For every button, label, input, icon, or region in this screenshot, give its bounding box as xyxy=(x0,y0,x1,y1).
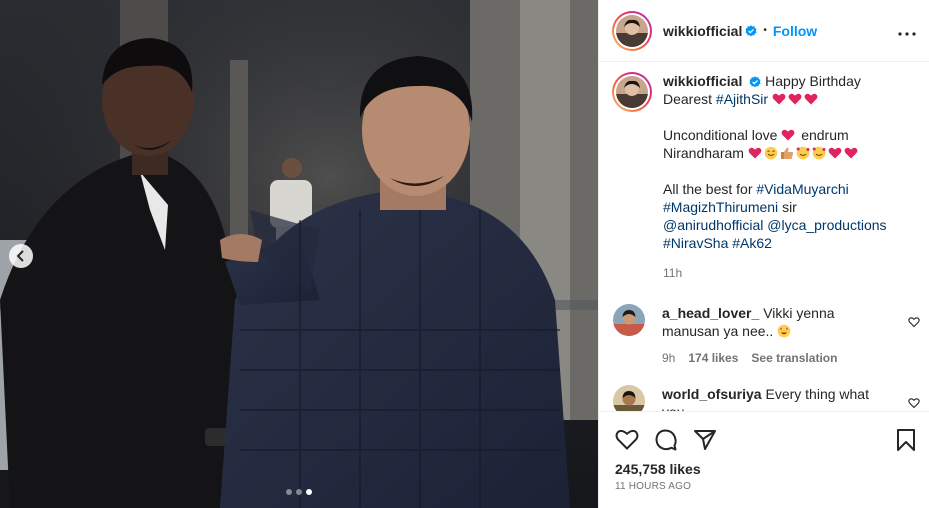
commenter-username[interactable]: world_ofsuriya xyxy=(662,386,762,402)
paper-plane-icon xyxy=(694,430,716,450)
hashtag-link[interactable]: #Ak62 xyxy=(732,235,772,251)
caption-author-avatar[interactable] xyxy=(612,72,652,112)
red-heart-emoji-icon xyxy=(781,129,795,141)
carousel-indicator xyxy=(286,489,312,495)
header-separator: • xyxy=(763,25,767,36)
red-heart-emoji-icon xyxy=(844,147,858,159)
caption-line3-text: All the best for xyxy=(663,181,753,197)
more-options-button[interactable] xyxy=(898,23,916,39)
red-heart-emoji-icon xyxy=(788,93,802,105)
bookmark-icon xyxy=(897,429,915,451)
post-side-panel: wikkiofficial • Follow wikkiofficial Hap… xyxy=(598,0,929,508)
caption-line2-a: Unconditional love xyxy=(663,127,778,143)
heart-outline-icon xyxy=(908,317,920,328)
like-button[interactable] xyxy=(615,428,639,455)
chevron-left-icon xyxy=(16,250,24,262)
post-caption: wikkiofficial Happy Birthday Dearest #Aj… xyxy=(612,72,922,282)
like-comment-button[interactable] xyxy=(908,396,920,411)
heart-outline-icon xyxy=(615,429,639,450)
hashtag-link[interactable]: #VidaMuyarchi xyxy=(756,181,848,197)
caption-word: sir xyxy=(782,199,797,215)
mention-link[interactable]: @lyca_productions xyxy=(767,217,886,233)
comments-section[interactable]: wikkiofficial Happy Birthday Dearest #Aj… xyxy=(599,63,929,411)
likes-count[interactable]: 245,758 likes xyxy=(615,461,701,477)
red-heart-emoji-icon xyxy=(804,93,818,105)
smiling-face-emoji-icon xyxy=(764,146,778,160)
smiling-hearts-emoji-icon xyxy=(796,146,810,160)
author-username[interactable]: wikkiofficial xyxy=(663,23,742,39)
post-photo xyxy=(0,0,598,508)
heart-outline-icon xyxy=(908,398,920,409)
verified-badge-icon xyxy=(749,76,761,88)
commenter-avatar[interactable] xyxy=(613,304,645,336)
caption-line2-b: endrum xyxy=(801,127,849,143)
verified-badge-icon xyxy=(745,24,757,36)
red-heart-emoji-icon xyxy=(748,147,762,159)
red-heart-emoji-icon xyxy=(772,93,786,105)
author-avatar-image xyxy=(616,14,648,47)
carousel-prev-button[interactable] xyxy=(9,244,33,268)
post-timestamp[interactable]: 11 HOURS AGO xyxy=(615,481,691,492)
follow-button[interactable]: Follow xyxy=(773,23,817,39)
comment-likes[interactable]: 174 likes xyxy=(688,349,738,367)
comment-bubble-icon xyxy=(655,429,677,451)
smiling-hearts-emoji-icon xyxy=(812,146,826,160)
post-actions xyxy=(615,428,717,455)
more-horizontal-icon xyxy=(898,32,916,36)
carousel-dot xyxy=(286,489,292,495)
star-struck-emoji-icon xyxy=(777,324,791,338)
caption-username[interactable]: wikkiofficial xyxy=(663,73,742,89)
post-header: wikkiofficial • Follow xyxy=(599,0,929,62)
post-media[interactable] xyxy=(0,0,598,508)
carousel-dot-active xyxy=(306,489,312,495)
commenter-username[interactable]: a_head_lover_ xyxy=(662,305,759,321)
see-translation-link[interactable]: See translation xyxy=(751,349,837,367)
mention-link[interactable]: @anirudhofficial xyxy=(663,217,763,233)
hashtag-link[interactable]: #MagizhThirumeni xyxy=(663,199,778,215)
caption-timestamp[interactable]: 11h xyxy=(663,264,911,282)
red-heart-emoji-icon xyxy=(828,147,842,159)
like-comment-button[interactable] xyxy=(908,315,920,331)
comment-timestamp[interactable]: 9h xyxy=(662,349,675,367)
author-avatar[interactable] xyxy=(612,10,652,51)
caption-line2-c: Nirandharam xyxy=(663,145,744,161)
post-footer: 245,758 likes 11 HOURS AGO xyxy=(599,411,929,508)
thumbs-up-emoji-icon xyxy=(780,147,793,159)
instagram-post: wikkiofficial • Follow wikkiofficial Hap… xyxy=(0,0,929,508)
hashtag-link[interactable]: #AjithSir xyxy=(716,91,768,107)
comment-item: world_ofsuriya Every thing what you xyxy=(612,385,922,411)
carousel-dot xyxy=(296,489,302,495)
share-button[interactable] xyxy=(693,428,717,455)
save-button[interactable] xyxy=(896,429,916,454)
hashtag-link[interactable]: #NiravSha xyxy=(663,235,728,251)
commenter-avatar[interactable] xyxy=(613,385,645,411)
comment-button[interactable] xyxy=(654,428,678,455)
comment-item: a_head_lover_ Vikki yenna manusan ya nee… xyxy=(612,304,922,367)
